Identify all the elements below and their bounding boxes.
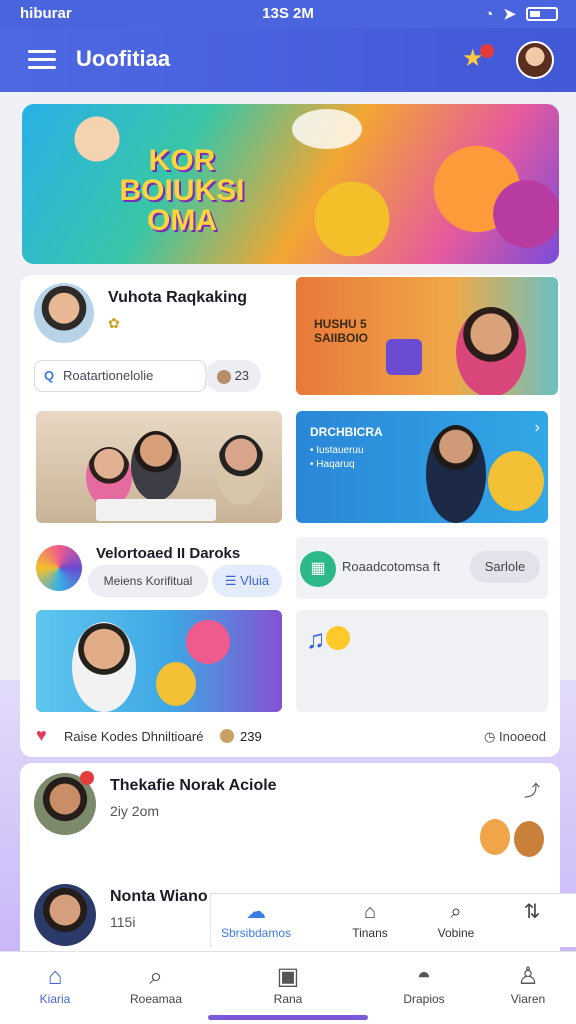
- bell-icon: ⌂: [363, 901, 377, 923]
- cloud-icon: ☁: [246, 901, 266, 923]
- gift-icon: [386, 339, 422, 375]
- footer-count: 239: [240, 729, 262, 744]
- signal-icon: ➤: [503, 6, 516, 23]
- filter-icon: ⇅: [523, 901, 541, 923]
- list-item[interactable]: Thekafie Norak Aciole 2iy 2om ⤴: [20, 763, 560, 873]
- promo-tile[interactable]: HUSHU 5 SAIIBOIO: [296, 277, 558, 395]
- profile-name: Vuhota Raqkaking: [108, 289, 247, 306]
- tab-teams[interactable]: ⌂ Tinans: [325, 898, 415, 940]
- app-bar: Uoofitiaa ★: [0, 28, 576, 92]
- group-title: Velortoaed II Daroks: [96, 545, 241, 562]
- footer-label: Raise Kodes Dhniltioaré: [64, 729, 204, 744]
- nav-messages[interactable]: ◓ Drapios: [376, 962, 472, 1006]
- avatar[interactable]: [516, 41, 554, 79]
- board-icon: ▣: [276, 963, 300, 990]
- footer-right-label[interactable]: ◷ Inooeod: [484, 729, 546, 745]
- avatar: [34, 884, 96, 946]
- nav-home[interactable]: ⌂ Kiaria: [7, 962, 103, 1006]
- hero-title: KOR BOIUKSI OMA: [119, 144, 245, 237]
- feed-name: Nonta Wiano: [110, 888, 208, 905]
- tab-subscriptions[interactable]: ☁ Sbrsibdamos: [211, 898, 301, 940]
- menu-icon[interactable]: [28, 50, 56, 70]
- battery-icon: [526, 7, 558, 21]
- view-button[interactable]: ☰ Vluia: [212, 565, 282, 597]
- music-tile[interactable]: ♫: [296, 610, 548, 712]
- clock-icon: ◷: [484, 729, 496, 744]
- search-icon: ⌕: [149, 963, 163, 990]
- notification-badge: [80, 771, 94, 785]
- app-title: Uoofitiaa: [76, 46, 171, 71]
- tab-filter[interactable]: ⇅: [487, 898, 576, 926]
- coin-icon: [220, 729, 234, 743]
- group-meta: Meiens Korifitual: [88, 565, 208, 597]
- action-card[interactable]: ▦ Roaadcotomsa ft Sarlole: [296, 537, 548, 599]
- coin-icon: [216, 369, 231, 384]
- feature-title: DRCHBICRA: [310, 425, 383, 439]
- notification-button[interactable]: ★: [462, 44, 494, 76]
- edit-icon: ☰: [224, 573, 237, 588]
- profile-avatar[interactable]: [34, 283, 94, 343]
- sun-icon: [326, 626, 350, 650]
- nav-search[interactable]: ⌕ Roeamaa: [108, 962, 204, 1006]
- bottom-nav: ⌂ Kiaria ⌕ Roeamaa ▣ Rana ◓ Drapios ♙ Vi…: [0, 951, 576, 1024]
- share-icon[interactable]: ⤴: [524, 777, 540, 801]
- search-input[interactable]: Q Roatartionelolie: [34, 360, 206, 392]
- count-chip[interactable]: 23: [205, 360, 261, 392]
- hero-banner[interactable]: KOR BOIUKSI OMA: [22, 104, 559, 264]
- content-panel: Vuhota Raqkaking ✿ Q Roatartionelolie 23…: [20, 275, 560, 757]
- feed-meta: 115i: [110, 914, 136, 930]
- profile-icon: ♙: [517, 963, 539, 990]
- photo-tile[interactable]: [36, 411, 282, 523]
- heart-icon[interactable]: ♥: [36, 725, 47, 746]
- nav-profile[interactable]: ♙ Viaren: [480, 962, 576, 1006]
- feature-tile[interactable]: DRCHBICRA • Iustaueruu • Haqaruq ›: [296, 411, 548, 523]
- feed-meta: 2iy 2om: [110, 803, 160, 819]
- wifi-icon: ◔: [484, 5, 494, 23]
- nav-board[interactable]: ▣ Rana: [240, 962, 336, 1006]
- sub-tab-bar: ☁ Sbrsibdamos ⌂ Tinans ⌕ Vobine ⇅: [210, 893, 576, 947]
- chat-icon: ◓: [416, 963, 432, 990]
- status-icons: ◔ ➤: [484, 5, 558, 23]
- notification-badge: [480, 44, 494, 58]
- home-indicator: [208, 1015, 368, 1020]
- status-bar: hiburar 13S 2M ◔ ➤: [0, 0, 576, 28]
- chevron-right-icon[interactable]: ›: [535, 419, 540, 437]
- music-note-icon: ♫: [306, 624, 326, 654]
- group-avatar[interactable]: [36, 545, 82, 591]
- home-icon: ⌂: [47, 963, 63, 990]
- photo-tile-teacher[interactable]: [36, 610, 282, 712]
- select-button[interactable]: Sarlole: [470, 551, 540, 583]
- calendar-icon: ▦: [300, 551, 336, 587]
- award-icon: ✿: [108, 315, 120, 331]
- search-icon: Q: [44, 368, 55, 383]
- feed-name: Thekafie Norak Aciole: [110, 777, 277, 794]
